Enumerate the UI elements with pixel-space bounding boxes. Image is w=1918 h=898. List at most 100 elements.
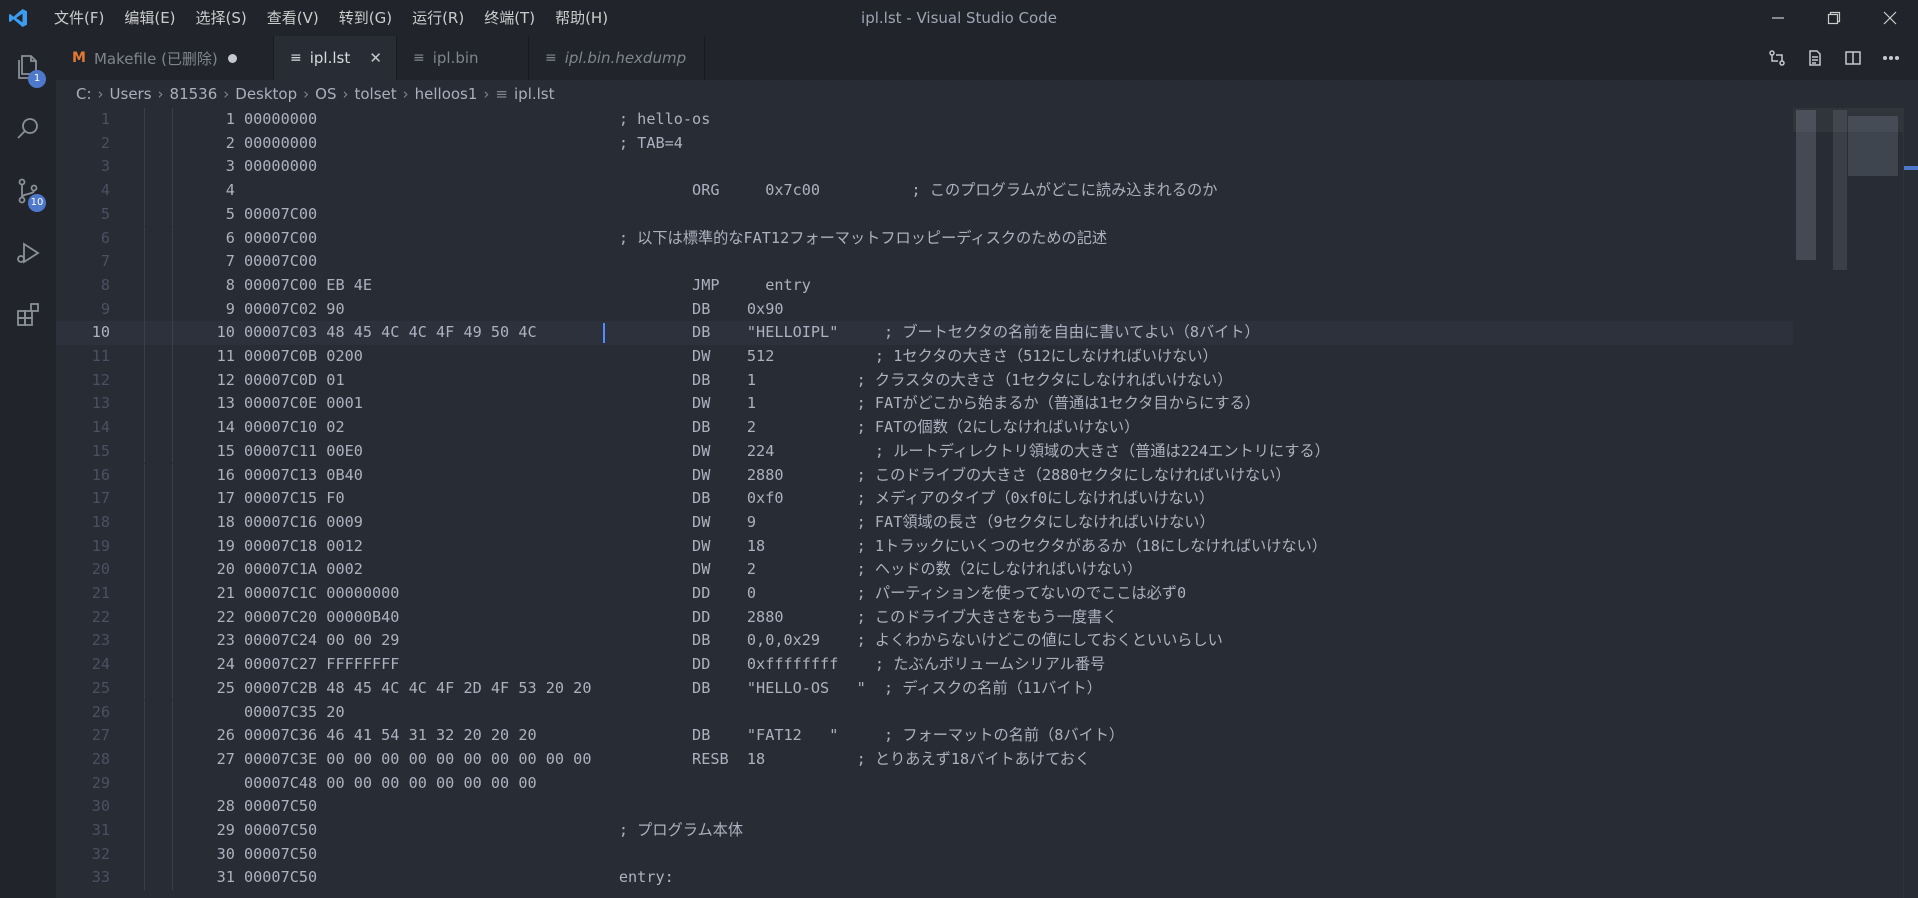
breadcrumb-item[interactable]: ipl.lst — [514, 85, 555, 103]
line-text: 16 00007C13 0B40 DW 2880 ; このドライブの大きさ（28… — [180, 465, 1291, 484]
tab-ipl-bin-hexdump[interactable]: ≡ ipl.bin.hexdump — [529, 36, 705, 80]
code-line[interactable]: 30 28 00007C50 — [56, 795, 1793, 819]
code-line[interactable]: 31 29 00007C50 ; プログラム本体 — [56, 819, 1793, 843]
indent-guide — [172, 439, 173, 464]
code-line[interactable]: 6 6 00007C00 ; 以下は標準的なFAT12フォーマットフロッピーディ… — [56, 226, 1793, 251]
line-text: 4 ORG 0x7c00 ; このプログラムがどこに読み込まれるのか — [180, 181, 1218, 200]
search-button[interactable] — [0, 98, 56, 160]
indent-guide — [144, 558, 145, 582]
line-number: 19 — [91, 536, 110, 555]
breadcrumb-item[interactable]: 81536 — [170, 85, 218, 103]
breadcrumb-item[interactable]: C: — [76, 85, 92, 103]
breadcrumb-item[interactable]: tolset — [354, 85, 396, 103]
code-line[interactable]: 17 17 00007C15 F0 DB 0xf0 ; メディアのタイプ（0xf… — [56, 487, 1793, 511]
code-line[interactable]: 28 27 00007C3E 00 00 00 00 00 00 00 00 0… — [56, 747, 1793, 772]
line-number: 27 — [91, 726, 110, 745]
code-line[interactable]: 4 4 ORG 0x7c00 ; このプログラムがどこに読み込まれるのか — [56, 179, 1793, 203]
code-line[interactable]: 32 30 00007C50 — [56, 842, 1793, 867]
scrollbar-thumb[interactable] — [1904, 166, 1918, 170]
open-changes-button[interactable] — [1758, 36, 1796, 80]
breadcrumb-item[interactable]: Desktop — [235, 85, 297, 103]
code-line[interactable]: 12 12 00007C0D 01 DB 1 ; クラスタの大きさ（1セクタにし… — [56, 368, 1793, 393]
run-debug-button[interactable] — [0, 222, 56, 284]
menu-help[interactable]: 帮助(H) — [545, 0, 618, 36]
tab-label: Makefile (已删除) — [93, 49, 218, 68]
code-line[interactable]: 19 19 00007C18 0012 DW 18 ; 1トラックにいくつのセク… — [56, 534, 1793, 559]
code-line[interactable]: 29 00007C48 00 00 00 00 00 00 00 00 — [56, 771, 1793, 796]
code-line[interactable]: 23 23 00007C24 00 00 29 DB 0,0,0x29 ; よく… — [56, 629, 1793, 654]
code-line[interactable]: 2 2 00000000 ; TAB=4 — [56, 131, 1793, 156]
code-line[interactable]: 25 25 00007C2B 48 45 4C 4C 4F 2D 4F 53 2… — [56, 676, 1793, 701]
code-line[interactable]: 13 13 00007C0E 0001 DW 1 ; FATがどこから始まるか（… — [56, 392, 1793, 417]
line-number: 26 — [91, 702, 110, 721]
breadcrumb-item[interactable]: OS — [315, 85, 336, 103]
split-editor-icon — [1845, 51, 1861, 65]
code-line[interactable]: 14 14 00007C10 02 DB 2 ; FATの個数（2にしなければい… — [56, 416, 1793, 440]
line-text: 14 00007C10 02 DB 2 ; FATの個数（2にしなければいけない… — [180, 418, 1140, 437]
indent-guide — [172, 534, 173, 559]
code-line[interactable]: 8 8 00007C00 EB 4E JMP entry — [56, 273, 1793, 298]
line-number: 32 — [91, 844, 110, 863]
code-line[interactable]: 1 1 00000000 ; hello-os — [56, 108, 1793, 132]
indent-guide — [144, 392, 145, 417]
indent-guide — [144, 629, 145, 654]
code-line[interactable]: 15 15 00007C11 00E0 DW 224 ; ルートディレクトリ領域… — [56, 439, 1793, 464]
breadcrumb-item[interactable]: Users — [110, 85, 152, 103]
menu-view[interactable]: 查看(V) — [257, 0, 329, 36]
code-line[interactable]: 22 22 00007C20 00000B40 DD 2880 ; このドライブ… — [56, 605, 1793, 630]
more-actions-button[interactable] — [1872, 36, 1910, 80]
code-line[interactable]: 3 3 00000000 — [56, 155, 1793, 180]
minimap[interactable] — [1793, 108, 1903, 898]
code-line[interactable]: 24 24 00007C27 FFFFFFFF DD 0xffffffff ; … — [56, 653, 1793, 677]
menu-edit[interactable]: 编辑(E) — [114, 0, 185, 36]
line-text: 17 00007C15 F0 DB 0xf0 ; メディアのタイプ（0xf0にし… — [180, 489, 1215, 508]
extensions-button[interactable] — [0, 284, 56, 346]
explorer-badge: 1 — [28, 70, 46, 88]
line-text: 00007C35 20 — [180, 702, 345, 721]
minimize-button[interactable] — [1750, 0, 1806, 36]
restore-button[interactable] — [1806, 0, 1862, 36]
line-number: 23 — [91, 631, 110, 650]
line-number: 2 — [100, 133, 110, 152]
code-line[interactable]: 5 5 00007C00 — [56, 202, 1793, 227]
code-line[interactable]: 33 31 00007C50 entry: — [56, 866, 1793, 891]
indent-guide — [144, 131, 145, 156]
code-line[interactable]: 10 10 00007C03 48 45 4C 4C 4F 49 50 4C D… — [56, 321, 1793, 345]
code-line[interactable]: 7 7 00007C00 — [56, 250, 1793, 274]
code-line[interactable]: 20 20 00007C1A 0002 DW 2 ; ヘッドの数（2にしなければ… — [56, 558, 1793, 582]
menu-terminal[interactable]: 终端(T) — [474, 0, 545, 36]
code-line[interactable]: 16 16 00007C13 0B40 DW 2880 ; このドライブの大きさ… — [56, 463, 1793, 488]
indent-guide — [172, 510, 173, 535]
code-line[interactable]: 18 18 00007C16 0009 DW 9 ; FAT領域の長さ（9セクタ… — [56, 510, 1793, 535]
tab-ipl-lst[interactable]: ≡ ipl.lst ✕ — [274, 36, 397, 80]
tab-makefile[interactable]: M Makefile (已删除) — [56, 36, 274, 80]
code-line[interactable]: 9 9 00007C02 90 DB 0x90 — [56, 297, 1793, 322]
source-control-button[interactable]: 10 — [0, 160, 56, 222]
menu-selection[interactable]: 选择(S) — [186, 0, 257, 36]
line-number: 13 — [91, 394, 110, 413]
vertical-scrollbar[interactable] — [1903, 108, 1918, 898]
line-text: 29 00007C50 ; プログラム本体 — [180, 821, 744, 839]
code-line[interactable]: 21 21 00007C1C 00000000 DD 0 ; パーティションを使… — [56, 582, 1793, 606]
line-number: 25 — [91, 678, 110, 697]
indent-guide — [144, 273, 145, 298]
close-tab-icon[interactable]: ✕ — [369, 49, 382, 67]
indent-guide — [144, 463, 145, 488]
close-window-button[interactable] — [1862, 0, 1918, 36]
menu-file[interactable]: 文件(F) — [44, 0, 114, 36]
open-preview-button[interactable] — [1796, 36, 1834, 80]
line-number: 22 — [91, 607, 110, 626]
breadcrumb-item[interactable]: helloos1 — [415, 85, 478, 103]
code-line[interactable]: 11 11 00007C0B 0200 DW 512 ; 1セクタの大きさ（51… — [56, 345, 1793, 369]
tab-ipl-bin[interactable]: ≡ ipl.bin — [397, 36, 529, 80]
menu-go[interactable]: 转到(G) — [329, 0, 402, 36]
code-editor[interactable]: 1 1 00000000 ; hello-os 2 2 00000000 ; TA… — [56, 108, 1793, 898]
menu-run[interactable]: 运行(R) — [402, 0, 474, 36]
file-lines-icon: ≡ — [290, 50, 302, 66]
split-editor-button[interactable] — [1834, 36, 1872, 80]
code-line[interactable]: 27 26 00007C36 46 41 54 31 32 20 20 20 D… — [56, 724, 1793, 748]
code-line[interactable]: 26 00007C35 20 — [56, 700, 1793, 725]
line-text: 9 00007C02 90 DB 0x90 — [180, 299, 784, 318]
indent-guide — [172, 273, 173, 298]
explorer-button[interactable]: 1 — [0, 36, 56, 98]
